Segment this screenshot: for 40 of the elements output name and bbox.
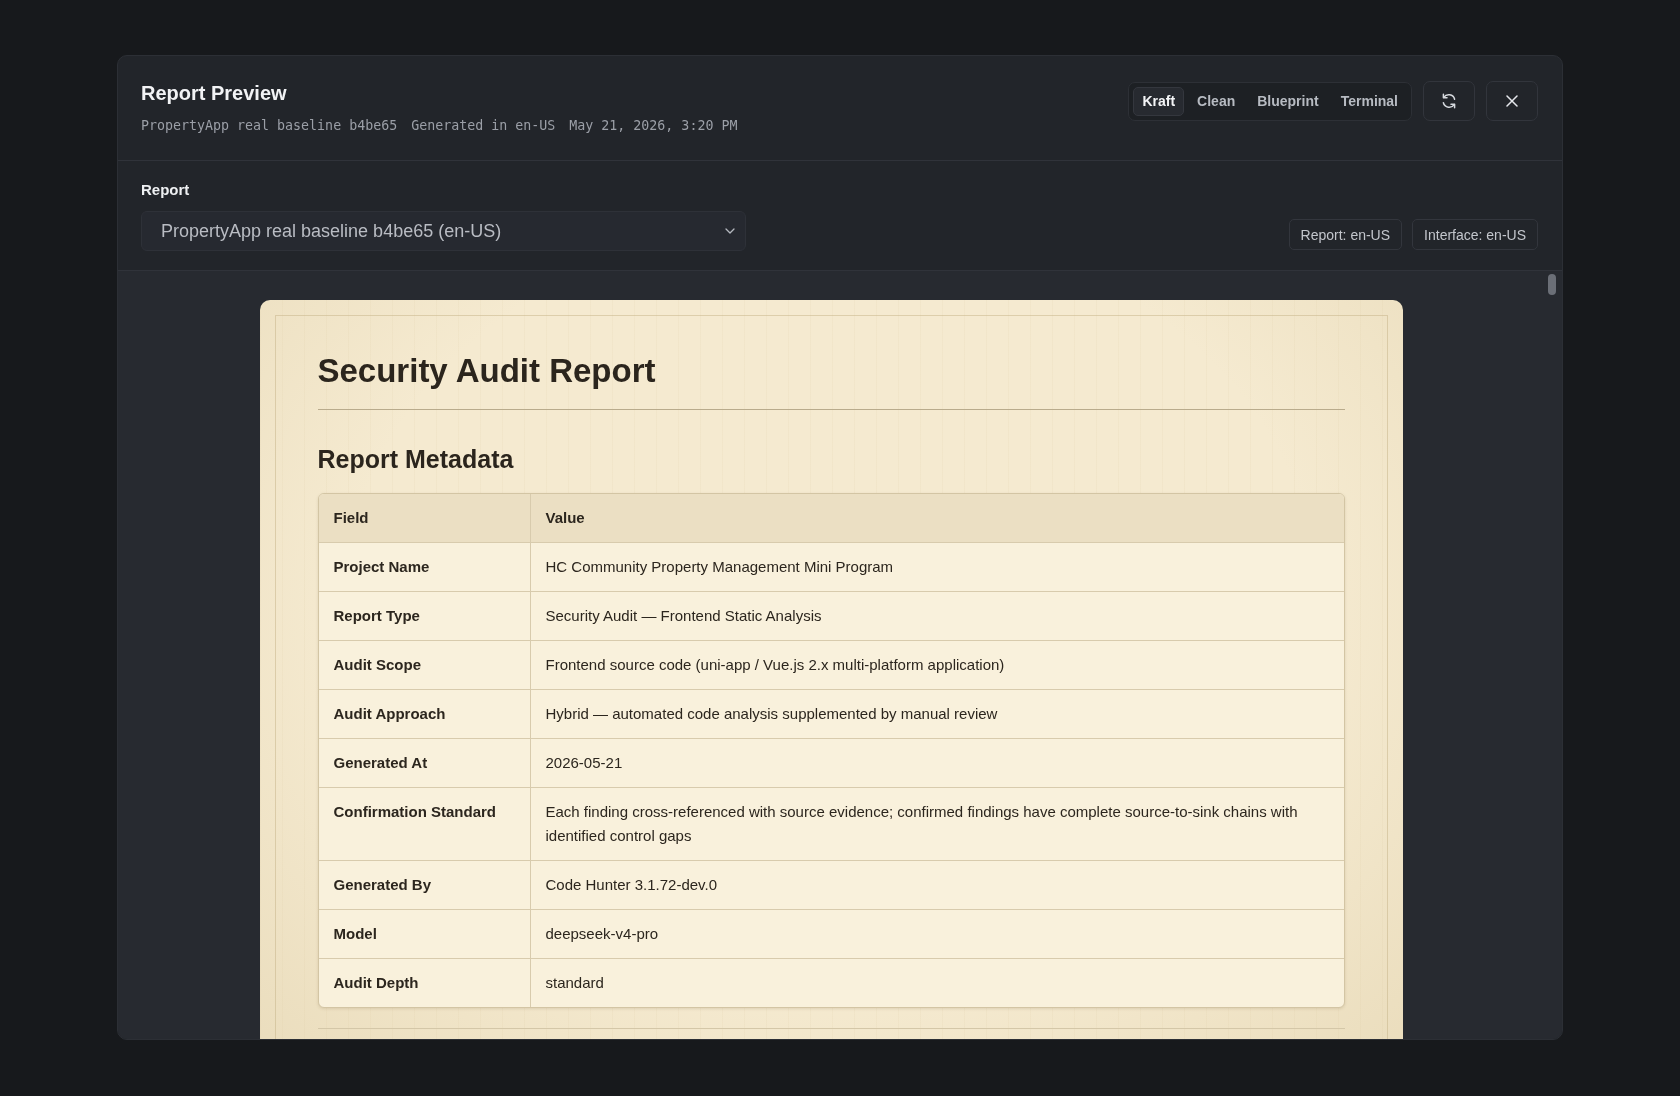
- scrollbar-thumb[interactable]: [1548, 274, 1556, 295]
- meta-text: Generated in en-US: [411, 117, 556, 135]
- table-cell: Audit Depth: [318, 959, 531, 1007]
- refresh-button[interactable]: [1423, 81, 1475, 121]
- report-title: Security Audit Report: [317, 351, 657, 391]
- column-header: Value: [530, 494, 1344, 543]
- table-cell: Security Audit — Frontend Static Analysis: [530, 592, 1344, 641]
- meta-text: PropertyApp real baseline b4be65: [141, 117, 398, 135]
- field-label: Report: [141, 181, 191, 199]
- close-icon: [1506, 95, 1518, 107]
- table-cell: Audit Approach: [318, 690, 531, 739]
- table-cell: Code Hunter 3.1.72-dev.0: [530, 861, 1344, 910]
- theme-tab[interactable]: Clean: [1188, 86, 1245, 116]
- locale-tag: Interface: en-US: [1412, 219, 1538, 250]
- table-cell: Confirmation Standard: [318, 788, 531, 861]
- column-header: Field: [318, 494, 531, 543]
- caret-icon: [725, 228, 735, 234]
- meta-text: May 21, 2026, 3:20 PM: [569, 117, 738, 135]
- table-cell: HC Community Property Management Mini Program: [530, 543, 1344, 592]
- theme-tab[interactable]: Kraft: [1133, 86, 1185, 116]
- table-cell: Hybrid — automated code analysis supplemented by manual review: [530, 690, 1344, 739]
- report-select[interactable]: PropertyApp real baseline b4be65 (en-US): [141, 211, 746, 251]
- table-cell: 2026-05-21: [530, 739, 1344, 788]
- section-heading: Report Metadata: [317, 444, 515, 474]
- theme-tab[interactable]: Terminal: [1331, 86, 1407, 116]
- table-cell: Generated By: [318, 861, 531, 910]
- dialog-title: Report Preview: [141, 81, 288, 105]
- table-cell: deepseek-v4-pro: [530, 910, 1344, 959]
- table-cell: Project Name: [318, 543, 531, 592]
- refresh-icon: [1440, 92, 1458, 110]
- table-cell: Audit Scope: [318, 641, 531, 690]
- table-cell: Each finding cross-referenced with source evidence; confirmed findings have complete source-to-sink chains with identified control gaps: [530, 788, 1344, 861]
- theme-tab[interactable]: Blueprint: [1248, 86, 1328, 116]
- table-cell: Model: [318, 910, 531, 959]
- table-cell: Report Type: [318, 592, 531, 641]
- table-cell: Frontend source code (uni-app / Vue.js 2.x multi-platform application): [530, 641, 1344, 690]
- close-button[interactable]: [1486, 81, 1538, 121]
- table-cell-text: standard: [544, 973, 605, 993]
- locale-tag: Report: en-US: [1288, 219, 1403, 250]
- table-cell: Generated At: [318, 739, 531, 788]
